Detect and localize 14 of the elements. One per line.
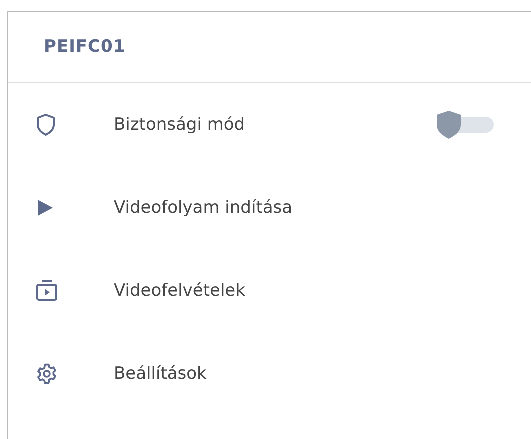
menu-label: Beállítások — [114, 364, 207, 384]
video-library-icon — [36, 280, 58, 302]
play-icon — [36, 198, 54, 216]
menu-label: Videofelvételek — [114, 280, 246, 300]
menu-item[interactable]: Beállítások — [8, 332, 531, 415]
menu-label: Biztonsági mód — [114, 114, 246, 134]
settings-icon — [36, 362, 58, 384]
menu-item[interactable]: Videofolyam indítása — [8, 166, 531, 249]
menu-label: Videofolyam indítása — [114, 198, 293, 218]
menu-item[interactable]: Biztonsági mód — [8, 83, 531, 166]
device-title: PEIFC01 — [44, 37, 126, 57]
toggle-thumb[interactable] — [436, 110, 462, 140]
menu-item[interactable]: Videofelvételek — [8, 249, 531, 332]
shield-icon — [36, 112, 56, 136]
